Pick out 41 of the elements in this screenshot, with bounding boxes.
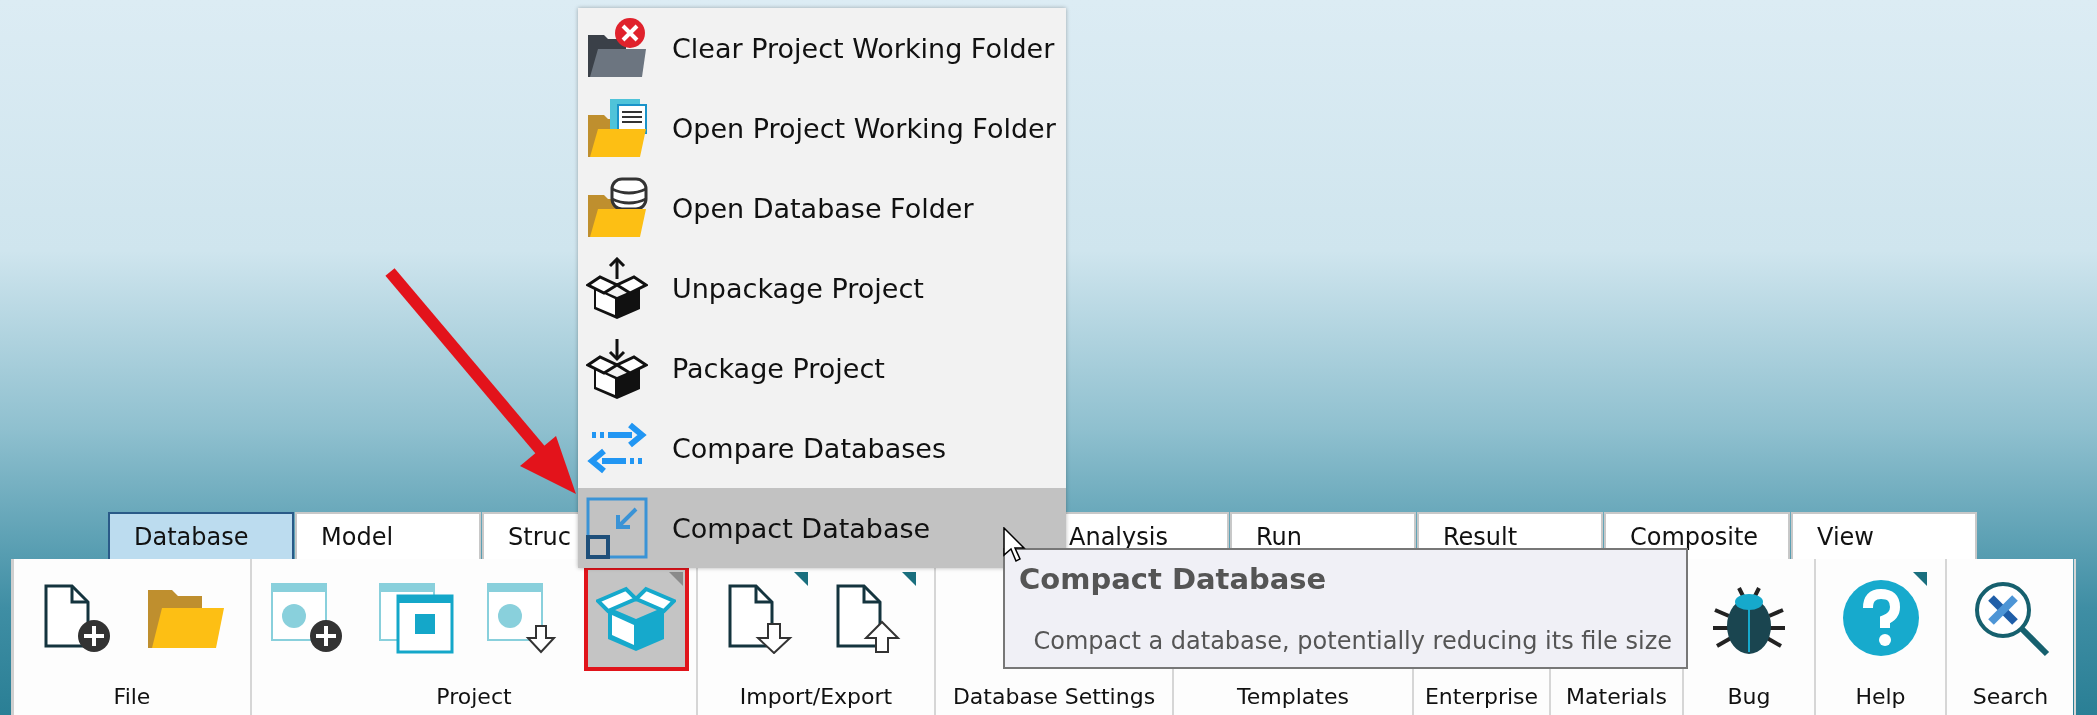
menu-item[interactable]: Unpackage Project <box>578 248 1066 328</box>
menu-item[interactable]: Compact Database <box>578 488 1066 568</box>
group-label: Enterprise <box>1423 682 1540 711</box>
group-label: Help <box>1854 682 1907 711</box>
menu-item[interactable]: Package Project <box>578 328 1066 408</box>
box-up-arrow-icon <box>586 257 648 319</box>
menu-item[interactable]: Open Database Folder <box>578 168 1066 248</box>
help-icon <box>1840 578 1921 658</box>
menu-item-label: Package Project <box>672 352 885 384</box>
ribbon-tab[interactable]: View <box>1791 512 1977 559</box>
ribbon-tab[interactable]: Model <box>295 512 481 559</box>
group-label: Bug <box>1726 682 1772 711</box>
group-label: Templates <box>1236 682 1350 711</box>
ribbon-tab[interactable]: Database <box>108 512 294 559</box>
group-label: Database Settings <box>951 682 1157 711</box>
menu-item-label: Unpackage Project <box>672 272 924 304</box>
folder-delete-icon <box>586 17 648 79</box>
dropdown-corner-icon <box>794 572 808 586</box>
dropdown-corner-icon <box>1912 572 1927 586</box>
box-down-arrow-icon <box>586 337 648 399</box>
folder-document-icon <box>586 97 648 159</box>
menu-item[interactable]: Open Project Working Folder <box>578 88 1066 168</box>
window-stack-icon <box>377 582 454 654</box>
menu-item-label: Compare Databases <box>672 432 946 464</box>
tooltip-description: Compact a database, potentially reducing its file size <box>1032 627 1672 655</box>
group-label: Project <box>435 682 513 711</box>
menu-item[interactable]: Clear Project Working Folder <box>578 8 1066 88</box>
dropdown-corner-icon <box>902 572 916 586</box>
group-label: Import/Export <box>738 682 894 711</box>
menu-item-label: Clear Project Working Folder <box>672 32 1055 64</box>
dropdown-corner-icon <box>668 571 683 586</box>
menu-item-label: Compact Database <box>672 512 931 544</box>
compact-icon <box>586 497 648 559</box>
folder-database-icon <box>586 177 648 239</box>
mouse-cursor-icon <box>1003 527 1027 563</box>
group-label: Search <box>1971 682 2050 711</box>
group-label: Materials <box>1565 682 1668 711</box>
menu-item-label: Open Project Working Folder <box>672 112 1056 144</box>
menu-item-label: Open Database Folder <box>672 192 974 224</box>
group-label: File <box>112 682 152 711</box>
menu-item[interactable]: Compare Databases <box>578 408 1066 488</box>
